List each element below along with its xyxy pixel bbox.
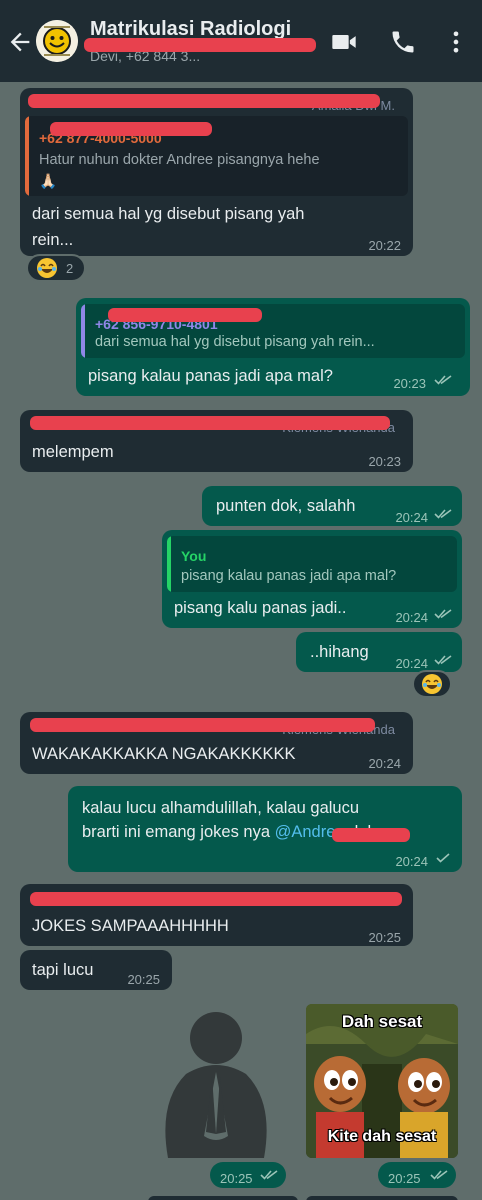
message-text: pisang kalau panas jadi apa mal?: [88, 367, 333, 385]
reaction-badge[interactable]: [412, 670, 452, 698]
message-time: 20:24: [395, 854, 428, 869]
quote-author: You: [181, 548, 207, 564]
message-time: 20:23: [393, 376, 426, 391]
reaction-badge[interactable]: 2: [26, 254, 86, 282]
sticker-time-badge: 20:25: [378, 1162, 456, 1188]
meme-sticker[interactable]: Dah sesat Kite dah sesat: [306, 1004, 458, 1158]
meme-caption-bottom: Kite dah sesat: [327, 1128, 437, 1145]
redaction-mark: [332, 828, 410, 842]
message-text: pisang kalu panas jadi..: [174, 599, 347, 617]
incoming-message[interactable]: tapi lucu 20:25: [20, 950, 172, 990]
sticker-time-badge: 20:25: [210, 1162, 286, 1188]
quote-emoji: 🙏🏻: [39, 174, 58, 190]
message-text-part: brarti ini emang jokes nya: [82, 823, 275, 841]
incoming-message-partial[interactable]: [306, 1196, 458, 1200]
incoming-message[interactable]: ~Andreas Klemens Wienanda JOKES SAMPAAAH…: [20, 884, 413, 946]
back-arrow-icon[interactable]: [6, 28, 34, 56]
redaction-mark: [108, 308, 262, 322]
redaction-mark: [84, 38, 316, 52]
chat-header: Matrikulasi Radiologi Devi, +62 844 3...: [0, 0, 482, 82]
message-time: 20:25: [388, 1171, 421, 1186]
message-text: ..hihang: [310, 643, 369, 661]
message-text: dari semua hal yg disebut pisang yah: [32, 205, 305, 223]
incoming-message[interactable]: ~Klemens Wienanda melempem 20:23: [20, 410, 413, 472]
message-time: 20:23: [368, 454, 401, 469]
meme-caption-top: Dah sesat: [341, 1012, 423, 1031]
message-time: 20:25: [368, 930, 401, 945]
message-text: punten dok, salahh: [216, 497, 356, 515]
message-text: JOKES SAMPAAAHHHHH: [32, 917, 229, 935]
quote-text: Hatur nuhun dokter Andree pisangnya hehe: [39, 152, 320, 168]
group-logo-icon: [36, 20, 78, 62]
message-text: rein...: [32, 231, 74, 249]
praying-sticker[interactable]: [146, 1010, 286, 1160]
incoming-message[interactable]: Amalia Dwi M. +62 877-4000-5000 Hatur nu…: [20, 88, 413, 256]
message-time: 20:25: [127, 972, 160, 987]
read-ticks-icon: [434, 509, 452, 519]
quote-text: dari semua hal yg disebut pisang yah rei…: [95, 334, 375, 350]
message-text: WAKAKAKKAKKA NGAKAKKKKKK: [32, 745, 296, 763]
message-text: tapi lucu: [32, 961, 94, 979]
redaction-mark: [50, 122, 212, 136]
reaction-count: 2: [66, 260, 74, 276]
phone-call-icon[interactable]: [389, 28, 417, 56]
delivered-ticks-icon: [436, 853, 450, 863]
message-time: 20:24: [368, 756, 401, 771]
outgoing-message[interactable]: ..hihang 20:24: [296, 632, 462, 672]
redaction-mark: [30, 416, 390, 430]
outgoing-message[interactable]: punten dok, salahh 20:24: [202, 486, 462, 526]
laughing-emoji-icon: [37, 258, 57, 278]
quoted-message[interactable]: You pisang kalau panas jadi apa mal?: [167, 536, 457, 592]
outgoing-message[interactable]: +62 856-9710-4801 dari semua hal yg dise…: [76, 298, 470, 396]
read-ticks-icon: [260, 1170, 278, 1180]
more-options-icon[interactable]: [442, 28, 470, 56]
message-text: kalau lucu alhamdulillah, kalau galucu: [82, 799, 360, 817]
outgoing-message[interactable]: You pisang kalau panas jadi apa mal? pis…: [162, 530, 462, 628]
message-text: melempem: [32, 443, 114, 461]
redaction-mark: [28, 94, 380, 108]
redaction-mark: [30, 718, 375, 732]
message-time: 20:24: [395, 610, 428, 625]
read-ticks-icon: [434, 375, 452, 385]
message-time: 20:24: [395, 510, 428, 525]
message-list[interactable]: Amalia Dwi M. +62 877-4000-5000 Hatur nu…: [0, 82, 482, 1200]
message-time: 20:25: [220, 1171, 253, 1186]
message-time: 20:22: [368, 238, 401, 253]
read-ticks-icon: [430, 1170, 448, 1180]
group-avatar[interactable]: [36, 20, 78, 62]
incoming-message[interactable]: ~Klemens Wienanda WAKAKAKKAKKA NGAKAKKKK…: [20, 712, 413, 774]
laughing-emoji-icon: [422, 674, 442, 694]
quote-text: pisang kalau panas jadi apa mal?: [181, 568, 397, 584]
read-ticks-icon: [434, 655, 452, 665]
redaction-mark: [30, 892, 402, 906]
outgoing-message[interactable]: kalau lucu alhamdulillah, kalau galucu b…: [68, 786, 462, 872]
video-call-icon[interactable]: [330, 28, 358, 56]
incoming-message-partial[interactable]: [148, 1196, 298, 1200]
read-ticks-icon: [434, 609, 452, 619]
